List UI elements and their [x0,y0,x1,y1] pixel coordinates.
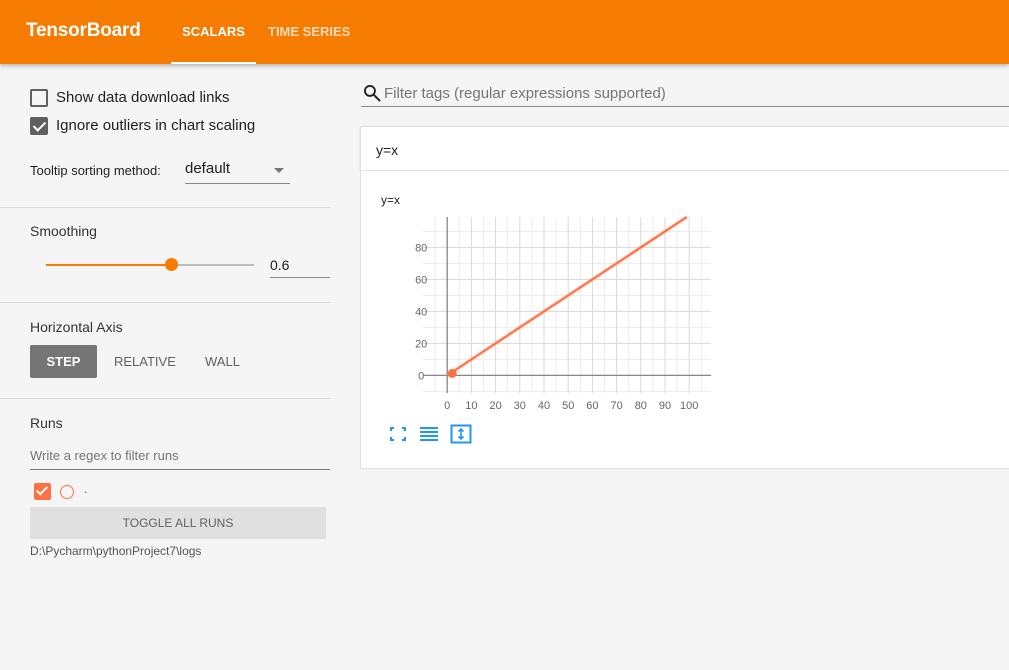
fullscreen-icon[interactable] [387,424,409,444]
x-tick-label: 60 [586,400,598,412]
ignore-outliers-label: Ignore outliers in chart scaling [56,117,256,134]
divider [0,302,331,303]
top-toolbar: TensorBoard SCALARS TIME SERIES [0,0,1009,64]
smoothing-slider-fill [46,264,171,266]
run-checkbox[interactable] [34,483,51,500]
x-tick-label: 100 [680,400,698,412]
ignore-outliers-checkbox[interactable] [30,117,48,135]
x-tick-label: 20 [489,400,501,412]
sidebar: Show data download links Ignore outliers… [0,64,331,670]
search-icon [364,85,381,102]
tag-group-header[interactable]: y=x [360,126,1009,170]
toggle-all-runs-button[interactable]: TOGGLE ALL RUNS [30,507,326,539]
tooltip-sorting-value: default [185,160,231,177]
x-tick-label: 10 [465,400,477,412]
horizontal-axis-title: Horizontal Axis [30,319,123,335]
run-color-circle-icon[interactable] [60,485,74,499]
tag-group-title: y=x [376,142,399,158]
tab-time-series[interactable]: TIME SERIES [268,0,350,64]
x-tick-label: 80 [635,400,647,412]
fit-domain-icon[interactable] [450,424,472,444]
y-tick-label: 40 [415,306,427,318]
x-tick-label: 70 [610,400,622,412]
tooltip-sorting-label: Tooltip sorting method: [30,163,161,178]
y-tick-label: 20 [415,338,427,350]
tag-filter-input[interactable]: Filter tags (regular expressions support… [361,80,1009,107]
log-scale-icon[interactable] [418,424,440,444]
show-download-links-checkbox[interactable] [30,89,48,107]
x-tick-label: 0 [444,400,450,412]
line-chart[interactable]: 0 10 20 30 40 50 60 70 80 90 100 0 20 40 60 80 [361,171,721,421]
logdir-path: D:\Pycharm\pythonProject7\logs [30,544,202,558]
smoothing-title: Smoothing [30,223,97,239]
axis-wall-button[interactable]: WALL [205,345,240,378]
data-point [447,368,457,378]
axis-relative-button[interactable]: RELATIVE [114,345,176,378]
smoothing-input[interactable]: 0.6 [270,254,330,278]
divider [0,398,331,399]
scalar-card: y=x 0 10 20 30 40 50 60 70 80 90 100 0 20 40 60 80 [360,171,1009,469]
y-tick-label: 60 [415,274,427,286]
chevron-down-icon [274,168,284,173]
runs-filter-input[interactable]: Write a regex to filter runs [30,445,330,470]
app-title: TensorBoard [26,20,141,41]
runs-title: Runs [30,415,63,431]
y-tick-label: 80 [415,242,427,254]
tab-scalars[interactable]: SCALARS [171,0,256,64]
smoothing-slider-thumb[interactable] [164,258,178,271]
divider [0,207,331,208]
run-name: . [84,482,88,496]
smoothing-slider[interactable] [46,258,254,271]
tag-filter-placeholder: Filter tags (regular expressions support… [384,85,666,102]
active-tab-indicator [171,62,256,64]
axis-step-button[interactable]: STEP [30,345,97,378]
tooltip-sorting-dropdown[interactable]: default [185,160,290,184]
x-tick-label: 90 [659,400,671,412]
x-tick-label: 50 [562,400,574,412]
x-tick-label: 30 [514,400,526,412]
show-download-links-label: Show data download links [56,89,230,106]
y-tick-label: 0 [418,370,424,382]
x-tick-label: 40 [538,400,550,412]
